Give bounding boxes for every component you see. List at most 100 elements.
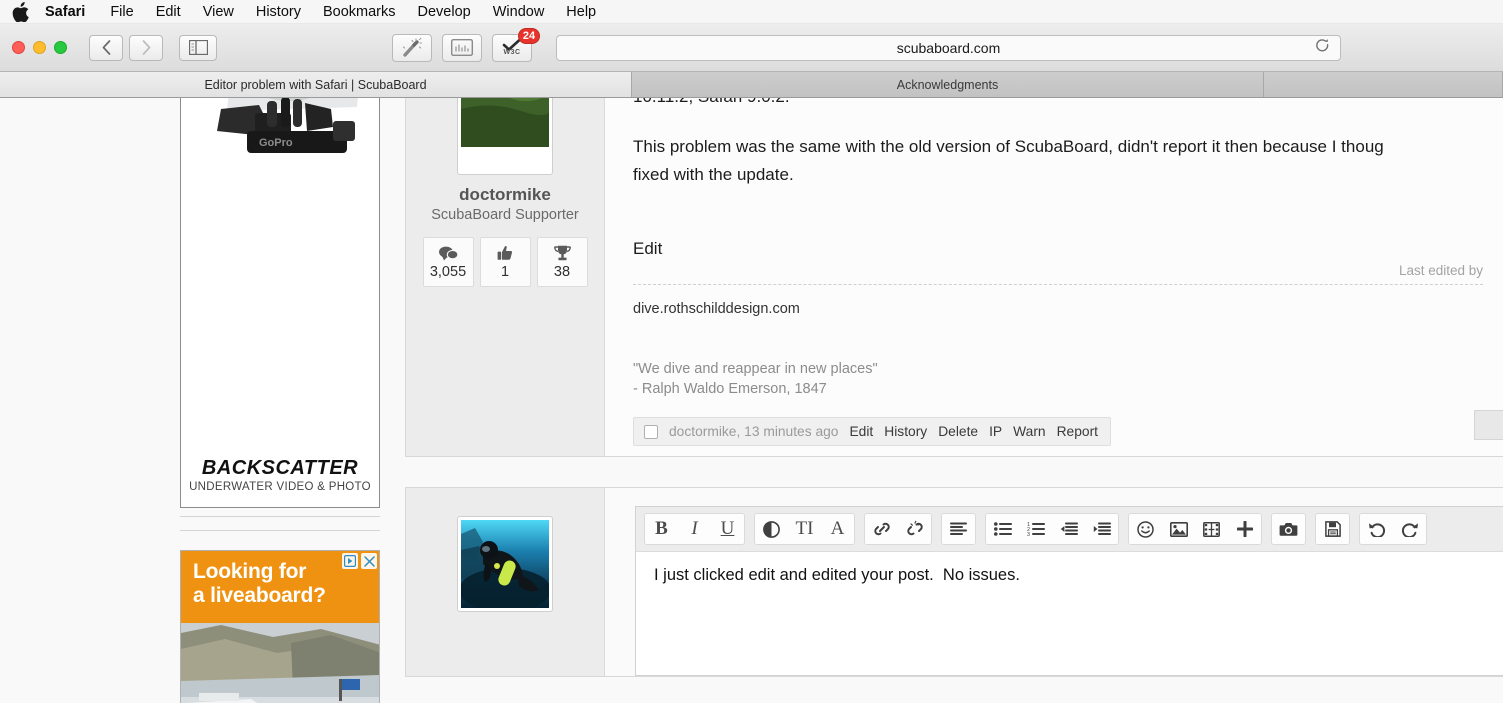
- unlink-icon[interactable]: [898, 514, 931, 544]
- insert-image-icon[interactable]: [1162, 514, 1195, 544]
- sidebar-ads: ATTER GoPro: [180, 98, 380, 703]
- menu-item-view[interactable]: View: [192, 0, 245, 24]
- footer-link-ip[interactable]: IP: [989, 424, 1002, 439]
- menu-item-help[interactable]: Help: [555, 0, 607, 24]
- editor-text-area[interactable]: I just clicked edit and edited your post…: [636, 552, 1503, 599]
- camera-icon[interactable]: [1272, 514, 1305, 544]
- indent-icon[interactable]: [1085, 514, 1118, 544]
- insert-more-icon[interactable]: [1228, 514, 1261, 544]
- editor-group-basic: B I U: [644, 513, 745, 545]
- editor-group-history: [1359, 513, 1427, 545]
- w3c-validator-icon[interactable]: W3C 24: [492, 27, 540, 62]
- editor-group-camera: [1271, 513, 1306, 545]
- reload-icon[interactable]: [1315, 38, 1330, 57]
- backscatter-logo: BACKSCATTER UNDERWATER VIDEO & PHOTO: [181, 457, 379, 493]
- apple-logo-icon[interactable]: [12, 1, 29, 22]
- post-para-2-line-1: This problem was the same with the old v…: [633, 137, 1384, 156]
- post-select-checkbox[interactable]: [644, 424, 658, 439]
- stat-messages-value: 3,055: [429, 263, 467, 280]
- avatar[interactable]: [457, 98, 553, 175]
- toolbar-extensions: W3C 24: [392, 27, 540, 62]
- outdent-icon[interactable]: [1052, 514, 1085, 544]
- wand-icon[interactable]: [392, 33, 432, 62]
- liveaboard-photo: [181, 623, 379, 703]
- post-separator: [405, 457, 1503, 487]
- thread-content: doctormike ScubaBoard Supporter 3,055 1: [405, 98, 1503, 677]
- liveaboard-line1: Looking for: [193, 560, 307, 583]
- menu-item-develop[interactable]: Develop: [407, 0, 482, 24]
- editor-group-save: [1315, 513, 1350, 545]
- editor-group-lists: 123: [985, 513, 1119, 545]
- italic-icon[interactable]: I: [678, 514, 711, 544]
- text-color-icon[interactable]: [755, 514, 788, 544]
- menu-item-safari[interactable]: Safari: [45, 0, 99, 24]
- bullet-list-icon[interactable]: [986, 514, 1019, 544]
- redo-icon[interactable]: [1393, 514, 1426, 544]
- save-draft-icon[interactable]: [1316, 514, 1349, 544]
- forward-button[interactable]: [129, 34, 163, 61]
- post-reply-editor: B I U TI A 1 2 3 I just clicked edit and…: [405, 487, 1503, 677]
- back-button[interactable]: [89, 34, 123, 61]
- post-author-title: ScubaBoard Supporter: [431, 207, 579, 223]
- reply-author-column: [406, 488, 605, 676]
- stat-trophies[interactable]: 38: [536, 237, 588, 287]
- link-icon[interactable]: [865, 514, 898, 544]
- reader-view-icon[interactable]: [442, 33, 482, 62]
- close-window-button[interactable]: [12, 41, 25, 54]
- footer-link-edit[interactable]: Edit: [849, 424, 873, 439]
- post-actions-stub[interactable]: [1474, 410, 1503, 440]
- footer-link-report[interactable]: Report: [1057, 424, 1098, 439]
- gopro-housing-photo: ATTER GoPro: [181, 98, 379, 231]
- address-bar[interactable]: scubaboard.com: [556, 34, 1341, 61]
- signature-quote-line2: - Ralph Waldo Emerson, 1847: [633, 381, 827, 397]
- avatar[interactable]: [457, 516, 553, 612]
- signature-quote-line1: "We dive and reappear in new places": [633, 361, 878, 377]
- signature-quote: "We dive and reappear in new places" - R…: [633, 359, 1483, 399]
- menu-item-bookmarks[interactable]: Bookmarks: [312, 0, 407, 24]
- menu-item-edit[interactable]: Edit: [145, 0, 192, 24]
- footer-link-warn[interactable]: Warn: [1013, 424, 1045, 439]
- font-family-icon[interactable]: A: [821, 514, 854, 544]
- maximize-window-button[interactable]: [54, 41, 67, 54]
- sidebar-toggle-icon[interactable]: [179, 34, 217, 61]
- stat-likes[interactable]: 1: [479, 237, 531, 287]
- menu-item-window[interactable]: Window: [482, 0, 556, 24]
- ad-backscatter[interactable]: ATTER GoPro: [180, 98, 380, 508]
- footer-link-delete[interactable]: Delete: [938, 424, 978, 439]
- navigation-buttons: [89, 34, 163, 61]
- menu-item-file[interactable]: File: [99, 0, 144, 24]
- tab-acknowledgments[interactable]: Acknowledgments: [632, 72, 1264, 97]
- undo-icon[interactable]: [1360, 514, 1393, 544]
- stat-likes-value: 1: [500, 263, 510, 280]
- stat-messages[interactable]: 3,055: [422, 237, 474, 287]
- underline-icon[interactable]: U: [711, 514, 744, 544]
- close-icon[interactable]: [361, 553, 377, 569]
- stat-trophies-value: 38: [553, 263, 571, 280]
- backscatter-brand: BACKSCATTER: [201, 457, 359, 479]
- post-body-column: 10.11.2, Safari 9.0.2. This problem was …: [605, 98, 1503, 456]
- font-size-icon[interactable]: TI: [788, 514, 821, 544]
- adchoices-icon[interactable]: [342, 553, 358, 569]
- minimize-window-button[interactable]: [33, 41, 46, 54]
- smiley-icon[interactable]: [1129, 514, 1162, 544]
- menu-item-history[interactable]: History: [245, 0, 312, 24]
- ad-liveaboard[interactable]: Looking for a liveaboard?: [180, 550, 380, 703]
- reply-editor-area: B I U TI A 1 2 3 I just clicked edit and…: [605, 488, 1503, 676]
- sidebar-dividers: [180, 516, 380, 544]
- footer-link-history[interactable]: History: [884, 424, 927, 439]
- post-doctormike: doctormike ScubaBoard Supporter 3,055 1: [405, 98, 1503, 457]
- tab-overflow[interactable]: [1264, 72, 1503, 97]
- post-author-name[interactable]: doctormike: [406, 185, 604, 205]
- post-author-column: doctormike ScubaBoard Supporter 3,055 1: [406, 98, 605, 456]
- insert-media-icon[interactable]: [1195, 514, 1228, 544]
- editor-group-text-style: TI A: [754, 513, 855, 545]
- post-footer-bar: doctormike, 13 minutes ago Edit History …: [633, 417, 1112, 446]
- numbered-list-icon[interactable]: 123: [1019, 514, 1052, 544]
- tab-editor-problem[interactable]: Editor problem with Safari | ScubaBoard: [0, 72, 632, 97]
- bold-icon[interactable]: B: [645, 514, 678, 544]
- editor-group-align: [941, 513, 976, 545]
- signature-link[interactable]: dive.rothschilddesign.com: [633, 301, 1483, 317]
- align-left-icon[interactable]: [942, 514, 975, 544]
- svg-text:GoPro: GoPro: [259, 137, 293, 149]
- post-line-1: 10.11.2, Safari 9.0.2.: [633, 98, 1483, 111]
